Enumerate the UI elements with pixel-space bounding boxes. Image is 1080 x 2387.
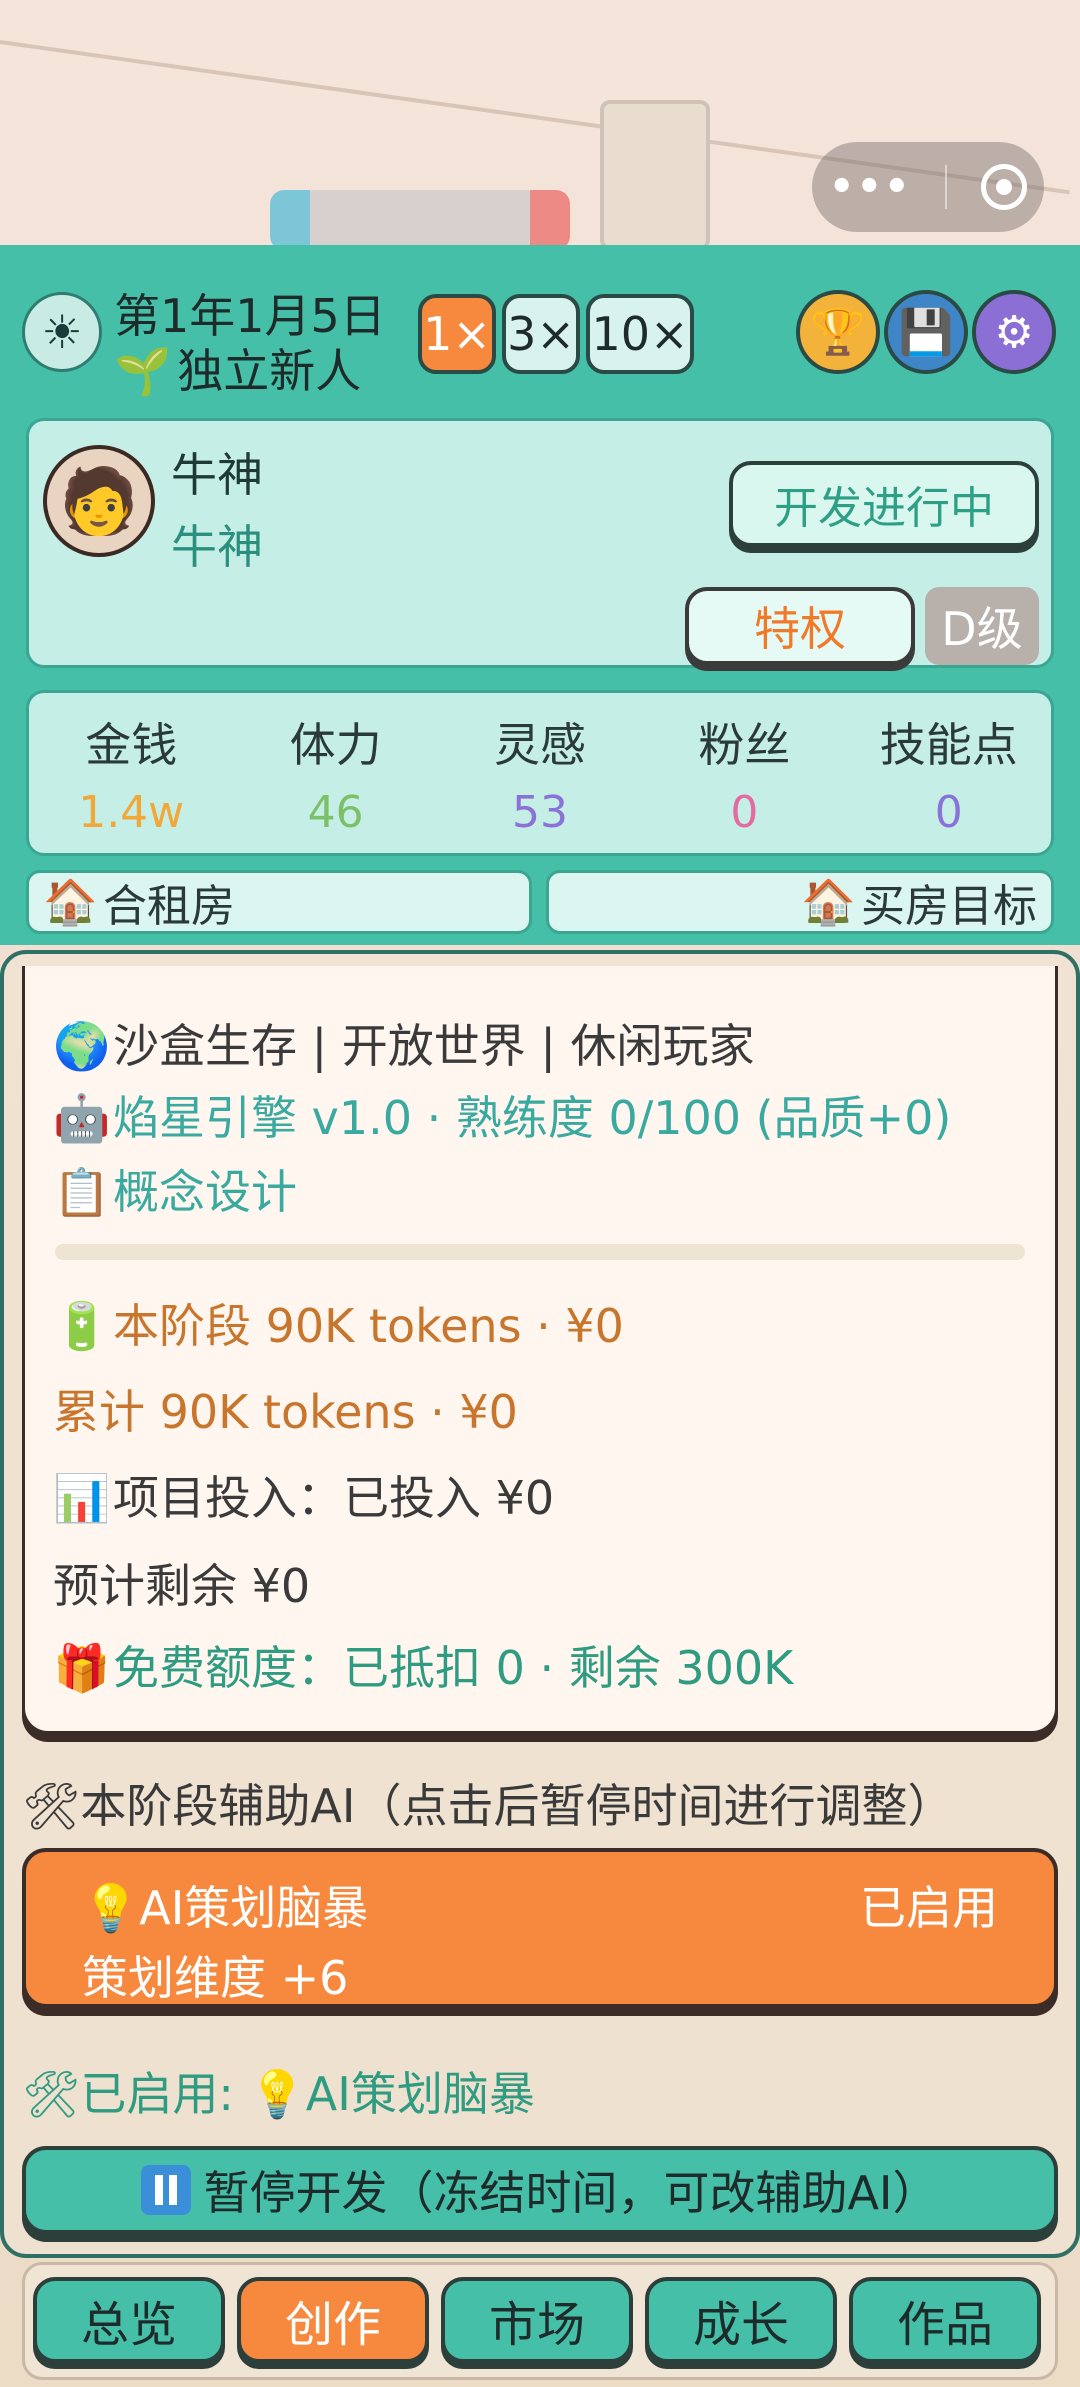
total-tokens-line: 累计 90K tokens · ¥0 (53, 1385, 518, 1439)
ai-assistant-effect: 策划维度 +6 (82, 1951, 349, 2005)
stats-card: 金钱 1.4w 体力 46 灵感 53 粉丝 0 技能点 0 (26, 690, 1054, 856)
ai-section-title-text: 本阶段辅助AI（点击后暂停时间进行调整） (80, 1779, 954, 1833)
speed-1x-button[interactable]: 1× (418, 294, 496, 374)
housing-goal-label: 买房目标 (861, 881, 1037, 932)
stat-inspiration: 灵感 53 (450, 709, 630, 838)
speed-3x-button[interactable]: 3× (502, 294, 580, 374)
settings-gear-icon[interactable]: ⚙ (972, 290, 1056, 374)
stat-label: 粉丝 (698, 717, 791, 772)
engine-line: 🤖焰星引擎 v1.0 · 熟练度 0/100 (品质+0) (53, 1082, 951, 1148)
tab-growth[interactable]: 成长 (645, 2277, 837, 2363)
free-quota-line: 🎁免费额度：已抵扣 0 · 剩余 300K (53, 1632, 793, 1698)
ai-section-title: 🛠本阶段辅助AI（点击后暂停时间进行调整） (22, 1770, 953, 1836)
stat-label: 技能点 (879, 717, 1018, 772)
enabled-ai-text: 已启用: 💡AI策划脑暴 (80, 2067, 535, 2121)
weather-sun-icon[interactable]: ☀ (22, 292, 102, 372)
studio-name: 牛神 (171, 520, 263, 574)
speed-10x-button[interactable]: 10× (586, 294, 694, 374)
phase-text: 概念设计 (113, 1165, 297, 1219)
stat-label: 灵感 (493, 717, 586, 772)
mini-program-capsule[interactable]: ••• (812, 142, 1044, 232)
stat-value: 0 (934, 786, 963, 838)
stat-value: 46 (307, 786, 364, 838)
ai-assistant-name: 💡AI策划脑暴 (82, 1881, 369, 1935)
house-icon: 🏠 (43, 877, 98, 928)
avatar[interactable]: 🧑 (43, 445, 155, 557)
ai-assistant-card[interactable]: 💡AI策划脑暴 已启用 策划维度 +6 (22, 1848, 1058, 2008)
bar-chart-icon: 📊 (53, 1471, 111, 1525)
tab-works[interactable]: 作品 (849, 2277, 1041, 2363)
player-rank: 🌱 独立新人 (114, 335, 361, 401)
capsule-divider (945, 165, 948, 209)
stat-value: 0 (730, 786, 759, 838)
ai-assistant-status: 已启用 (860, 1881, 998, 1935)
gift-icon: 🎁 (53, 1641, 111, 1695)
pause-label: 暂停开发（冻结时间，可改辅助AI） (203, 2166, 939, 2220)
genre-line: 🌍沙盒生存 | 开放世界 | 休闲玩家 (53, 1010, 754, 1076)
phase-line: 📋概念设计 (53, 1156, 297, 1222)
sprout-icon: 🌱 (114, 344, 172, 398)
tab-market[interactable]: 市场 (441, 2277, 633, 2363)
pause-development-button[interactable]: 暂停开发（冻结时间，可改辅助AI） (22, 2146, 1058, 2234)
game-console-illustration (270, 190, 570, 250)
housing-goal-button[interactable]: 🏠 买房目标 (546, 870, 1054, 934)
tools-icon: 🛠 (22, 1779, 81, 1833)
housing-row: 🏠 合租房 🏠 买房目标 (26, 870, 1054, 938)
clipboard-icon: 📋 (53, 1165, 111, 1219)
stat-skill-points: 技能点 0 (859, 709, 1039, 838)
stat-money: 金钱 1.4w (41, 709, 221, 838)
current-housing-label: 合租房 (103, 881, 235, 932)
stat-value: 53 (511, 786, 568, 838)
stat-value: 1.4w (78, 786, 185, 838)
tab-overview[interactable]: 总览 (33, 2277, 225, 2363)
header-row: ☀ 第1年1月5日 🌱 独立新人 1× 3× 10× 🏆 💾 ⚙ (22, 280, 1062, 398)
enabled-ai-line: 🛠已启用: 💡AI策划脑暴 (22, 2058, 535, 2124)
privilege-button[interactable]: 特权 (685, 587, 915, 665)
investment-text: 项目投入：已投入 ¥0 (113, 1471, 555, 1525)
battery-icon: 🔋 (53, 1299, 111, 1353)
house-icon: 🏠 (801, 877, 856, 928)
remaining-line: 预计剩余 ¥0 (53, 1559, 311, 1613)
tools-icon: 🛠 (22, 2067, 81, 2121)
handheld-illustration (600, 100, 710, 250)
phase-progress-bar (55, 1244, 1025, 1260)
close-miniprogram-icon[interactable] (981, 164, 1028, 210)
pause-icon (141, 2165, 192, 2215)
robot-icon: 🤖 (53, 1091, 111, 1145)
current-housing-button[interactable]: 🏠 合租房 (26, 870, 532, 934)
tab-create[interactable]: 创作 (237, 2277, 429, 2363)
genre-text: 沙盒生存 | 开放世界 | 休闲玩家 (113, 1019, 755, 1073)
trophy-icon[interactable]: 🏆 (796, 290, 880, 374)
project-info-card: 🌍沙盒生存 | 开放世界 | 休闲玩家 🤖焰星引擎 v1.0 · 熟练度 0/1… (22, 966, 1058, 1734)
stage-tokens-text: 本阶段 90K tokens · ¥0 (113, 1299, 624, 1353)
stat-fans: 粉丝 0 (654, 709, 834, 838)
globe-icon: 🌍 (53, 1019, 111, 1073)
investment-line: 📊项目投入：已投入 ¥0 (53, 1462, 554, 1528)
stat-stamina: 体力 46 (246, 709, 426, 838)
save-icon[interactable]: 💾 (884, 290, 968, 374)
more-icon[interactable]: ••• (829, 164, 912, 210)
profile-card: 🧑 牛神 牛神 开发进行中 特权 D级 (26, 418, 1054, 668)
stage-tokens-line: 🔋本阶段 90K tokens · ¥0 (53, 1290, 624, 1356)
rank-label: 独立新人 (177, 344, 362, 398)
grade-badge: D级 (925, 587, 1039, 665)
bottom-nav: 总览 创作 市场 成长 作品 (22, 2262, 1058, 2380)
free-quota-text: 免费额度：已抵扣 0 · 剩余 300K (113, 1641, 794, 1695)
engine-text: 焰星引擎 v1.0 · 熟练度 0/100 (品质+0) (113, 1091, 952, 1145)
development-status-button[interactable]: 开发进行中 (729, 461, 1039, 547)
stat-label: 金钱 (85, 717, 178, 772)
stat-label: 体力 (289, 717, 382, 772)
player-name: 牛神 (171, 448, 263, 502)
